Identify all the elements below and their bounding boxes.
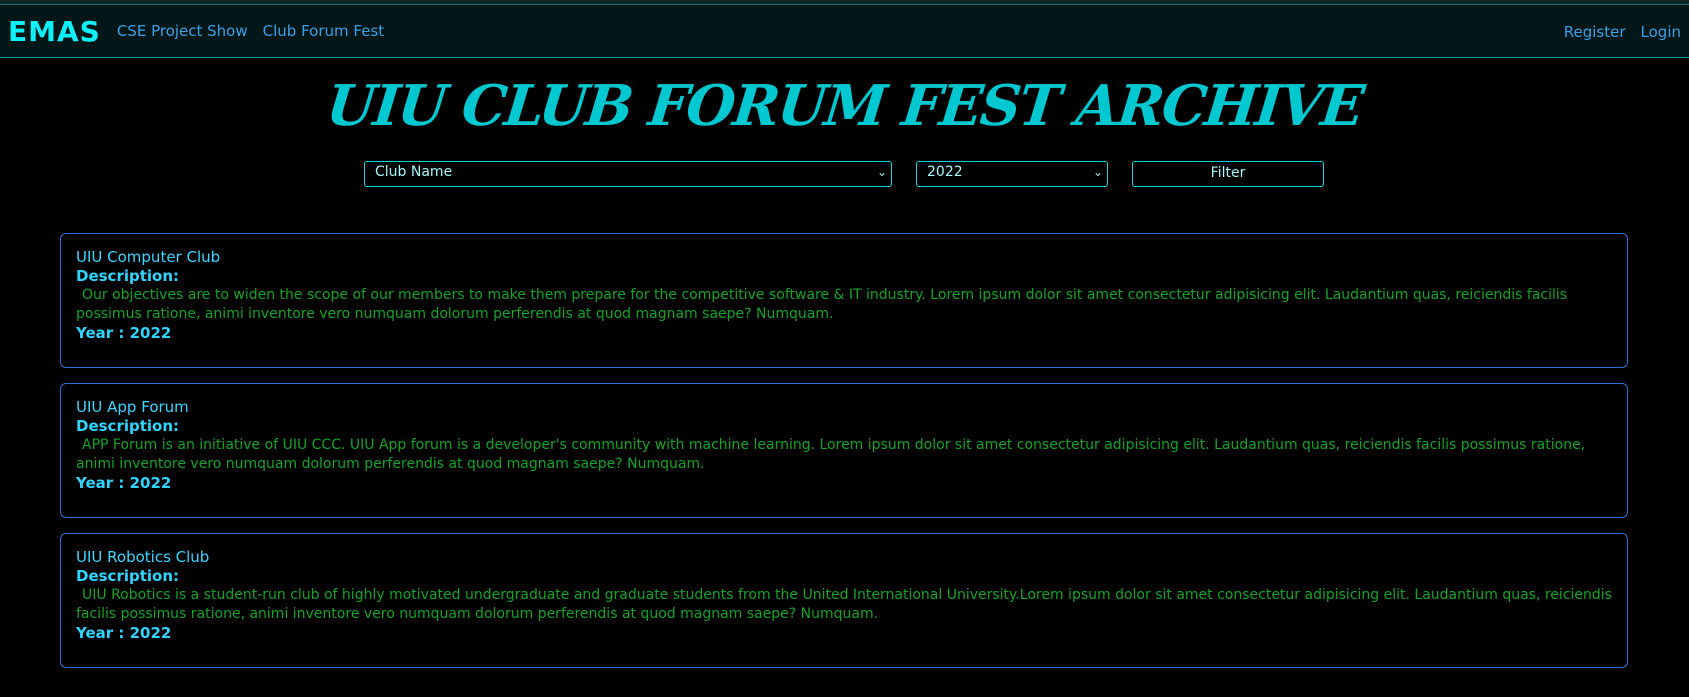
club-name-select[interactable]: Club Name ⌄ [364,161,892,187]
club-description: APP Forum is an initiative of UIU CCC. U… [76,437,1586,472]
nav-link-club-forum-fest[interactable]: Club Forum Fest [263,22,385,40]
nav-right: Register Login [1549,5,1681,58]
club-name: UIU App Forum [76,398,189,416]
club-name: UIU Robotics Club [76,548,210,566]
club-year: Year : 2022 [76,624,172,642]
description-label: Description: [76,417,180,435]
page-title: UIU CLUB FORUM FEST ARCHIVE [323,73,1366,139]
description-label: Description: [76,267,180,285]
club-year: Year : 2022 [76,324,172,342]
description-label: Description: [76,567,180,585]
nav-link-cse-project-show[interactable]: CSE Project Show [117,22,248,40]
club-card: UIU Robotics Club Description: UIU Robot… [60,533,1628,668]
club-select-value: Club Name [375,164,453,180]
year-select-value: 2022 [927,164,963,180]
club-card: UIU App Forum Description: APP Forum is … [60,383,1628,518]
chevron-down-icon: ⌄ [876,165,887,179]
club-card: UIU Computer Club Description: Our objec… [60,233,1628,368]
club-description: UIU Robotics is a student-run club of hi… [76,587,1612,622]
year-select[interactable]: 2022 ⌄ [916,161,1108,187]
filter-button[interactable]: Filter [1132,161,1324,187]
club-name: UIU Computer Club [76,248,221,266]
filter-bar: Club Name ⌄ 2022 ⌄ Filter [0,161,1689,191]
club-year: Year : 2022 [76,474,172,492]
register-link[interactable]: Register [1564,23,1626,41]
navbar: EMAS CSE Project Show Club Forum Fest Re… [0,5,1689,58]
login-link[interactable]: Login [1641,23,1681,41]
brand-logo[interactable]: EMAS [8,15,101,48]
club-description: Our objectives are to widen the scope of… [76,287,1568,322]
club-card-list: UIU Computer Club Description: Our objec… [60,233,1628,683]
chevron-down-icon: ⌄ [1092,165,1103,179]
